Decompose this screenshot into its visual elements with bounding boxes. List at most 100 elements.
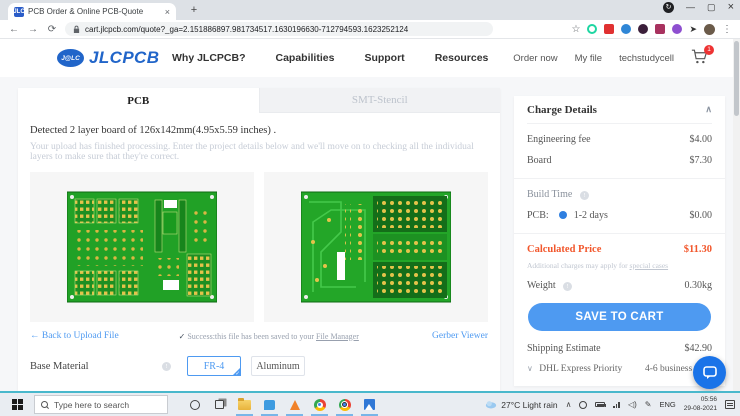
messaging-app-button[interactable]	[257, 393, 282, 416]
extension-pink-icon[interactable]	[655, 24, 665, 34]
language-indicator[interactable]: ENG	[659, 400, 675, 409]
save-to-cart-button[interactable]: SAVE TO CART	[528, 303, 711, 331]
photos-button[interactable]	[357, 393, 382, 416]
my-file-link[interactable]: My file	[575, 53, 602, 64]
forward-icon[interactable]: →	[27, 24, 39, 35]
calculated-price-label: Calculated Price	[527, 244, 601, 255]
gerber-viewer-link[interactable]: Gerber Viewer	[432, 331, 488, 341]
tray-chevron-icon[interactable]: ∧	[566, 400, 572, 409]
info-icon[interactable]: !	[580, 191, 589, 200]
radio-selected-icon	[559, 211, 567, 219]
order-now-link[interactable]: Order now	[513, 53, 557, 64]
courier-option[interactable]: ∨ DHL Express Priority	[527, 364, 622, 374]
success-text: Success:this file has been saved to your	[187, 332, 316, 341]
info-icon[interactable]: !	[162, 362, 171, 371]
browser-menu-icon[interactable]: ⋮	[722, 24, 732, 35]
cart-button[interactable]: 1	[691, 49, 709, 67]
url-box[interactable]: cart.jlcpcb.com/quote?_ga=2.151886897.98…	[65, 22, 493, 36]
tab-pcb[interactable]: PCB	[18, 88, 259, 113]
divider	[514, 178, 725, 179]
url-text: cart.jlcpcb.com/quote?_ga=2.151886897.98…	[85, 25, 408, 34]
browser-scrollbar[interactable]	[733, 39, 740, 391]
back-icon[interactable]: ←	[8, 24, 20, 35]
collapse-chevron-icon[interactable]: ∧	[705, 104, 712, 115]
weather-text: 27°C Light rain	[501, 400, 557, 410]
browser-tab[interactable]: JLC PCB Order & Online PCB-Quote ×	[8, 3, 176, 20]
reload-icon[interactable]: ⟳	[46, 24, 58, 35]
pcb-front-image	[67, 185, 217, 309]
shipping-estimate-label: Shipping Estimate	[527, 343, 601, 354]
nav-resources[interactable]: Resources	[435, 52, 489, 64]
extension-blue-icon[interactable]	[621, 24, 631, 34]
chrome-icon	[339, 399, 351, 411]
scrollbar-thumb[interactable]	[734, 41, 739, 116]
check-icon: ✓	[179, 332, 186, 341]
base-material-row: Base Material ! FR-4 ✓ Aluminum	[30, 356, 488, 376]
pen-icon[interactable]: ✎	[645, 400, 652, 409]
volume-icon[interactable]: ◁)	[628, 400, 637, 409]
special-cases-link[interactable]: special cases	[630, 261, 669, 270]
browser-profile2-button[interactable]	[332, 393, 357, 416]
save-success-message: ✓ Success:this file has been saved to yo…	[179, 332, 359, 341]
profile-overlay-icon	[341, 401, 348, 408]
extension-red-icon[interactable]	[604, 24, 614, 34]
taskbar-clock[interactable]: 05:56 29-08-2021	[684, 396, 717, 414]
username-link[interactable]: techstudycell	[619, 53, 674, 64]
tab-close-icon[interactable]: ×	[165, 7, 170, 17]
profile-avatar[interactable]	[704, 24, 715, 35]
browser-profile1-button[interactable]	[307, 393, 332, 416]
clock-date: 29-08-2021	[684, 405, 717, 412]
network-icon[interactable]	[613, 401, 620, 408]
engineering-fee-label: Engineering fee	[527, 134, 591, 145]
pcb-back-preview	[264, 172, 488, 322]
detected-board-text: Detected 2 layer board of 126x142mm(4.95…	[30, 125, 488, 136]
vlc-button[interactable]	[282, 393, 307, 416]
option-aluminum[interactable]: Aluminum	[251, 356, 305, 376]
extension-purple-icon[interactable]	[672, 24, 682, 34]
nav-support[interactable]: Support	[364, 52, 404, 64]
extension-dark-icon[interactable]	[638, 24, 648, 34]
start-button[interactable]	[0, 393, 34, 416]
nav-capabilities[interactable]: Capabilities	[276, 52, 335, 64]
browser-update-icon[interactable]: ↻	[663, 2, 674, 13]
jlcpcb-logo[interactable]: J@LC JLCPCB	[57, 48, 159, 68]
action-center-icon[interactable]	[725, 400, 735, 409]
nav-why-jlcpcb[interactable]: Why JLCPCB?	[172, 52, 246, 64]
weather-cloud-icon	[485, 400, 497, 409]
file-explorer-button[interactable]	[232, 393, 257, 416]
pcb-build-option[interactable]: PCB: 1-2 days	[527, 210, 608, 221]
pcb-build-days: 1-2 days	[574, 210, 608, 221]
window-minimize-button[interactable]: —	[686, 2, 695, 12]
taskbar-search-input[interactable]: Type here to search	[34, 395, 168, 414]
info-icon[interactable]: !	[563, 282, 572, 291]
bookmark-star-icon[interactable]: ☆	[571, 24, 580, 35]
extensions-puzzle-icon[interactable]: ➤	[689, 24, 697, 35]
account-area: Order now My file techstudycell 1	[513, 39, 709, 77]
browser-addressbar: ← → ⟳ cart.jlcpcb.com/quote?_ga=2.151886…	[0, 20, 740, 39]
tab-smt-stencil[interactable]: SMT-Stencil	[259, 88, 501, 113]
tab-title: PCB Order & Online PCB-Quote	[28, 7, 161, 16]
live-chat-button[interactable]	[693, 356, 726, 389]
window-maximize-button[interactable]: ▢	[707, 2, 716, 13]
jlcpcb-brand-text: JLCPCB	[89, 48, 159, 68]
file-manager-link[interactable]: File Manager	[316, 332, 359, 341]
option-fr4[interactable]: FR-4 ✓	[187, 356, 241, 376]
extension-green-icon[interactable]	[587, 24, 597, 34]
windows-taskbar: Type here to search 27°C Light rain ∧ ◁)	[0, 393, 740, 416]
weather-widget[interactable]: 27°C Light rain	[485, 400, 557, 410]
new-tab-button[interactable]: +	[186, 2, 202, 18]
page-background: PCB SMT-Stencil Detected 2 layer board o…	[0, 77, 740, 391]
board-label: Board	[527, 155, 551, 166]
quote-card: PCB SMT-Stencil Detected 2 layer board o…	[18, 88, 500, 398]
engineering-fee-value: $4.00	[690, 134, 713, 145]
window-close-button[interactable]: ×	[728, 1, 734, 13]
task-view-icon	[215, 400, 224, 409]
tray-account-icon[interactable]	[579, 401, 587, 409]
task-view-button[interactable]	[207, 393, 232, 416]
cortana-button[interactable]	[182, 393, 207, 416]
screen: JLC PCB Order & Online PCB-Quote × + ↻ —…	[0, 0, 740, 416]
back-to-upload-link[interactable]: ← Back to Upload File	[30, 331, 119, 341]
photos-icon	[364, 399, 375, 410]
search-icon	[41, 401, 48, 408]
battery-icon[interactable]	[595, 402, 605, 407]
